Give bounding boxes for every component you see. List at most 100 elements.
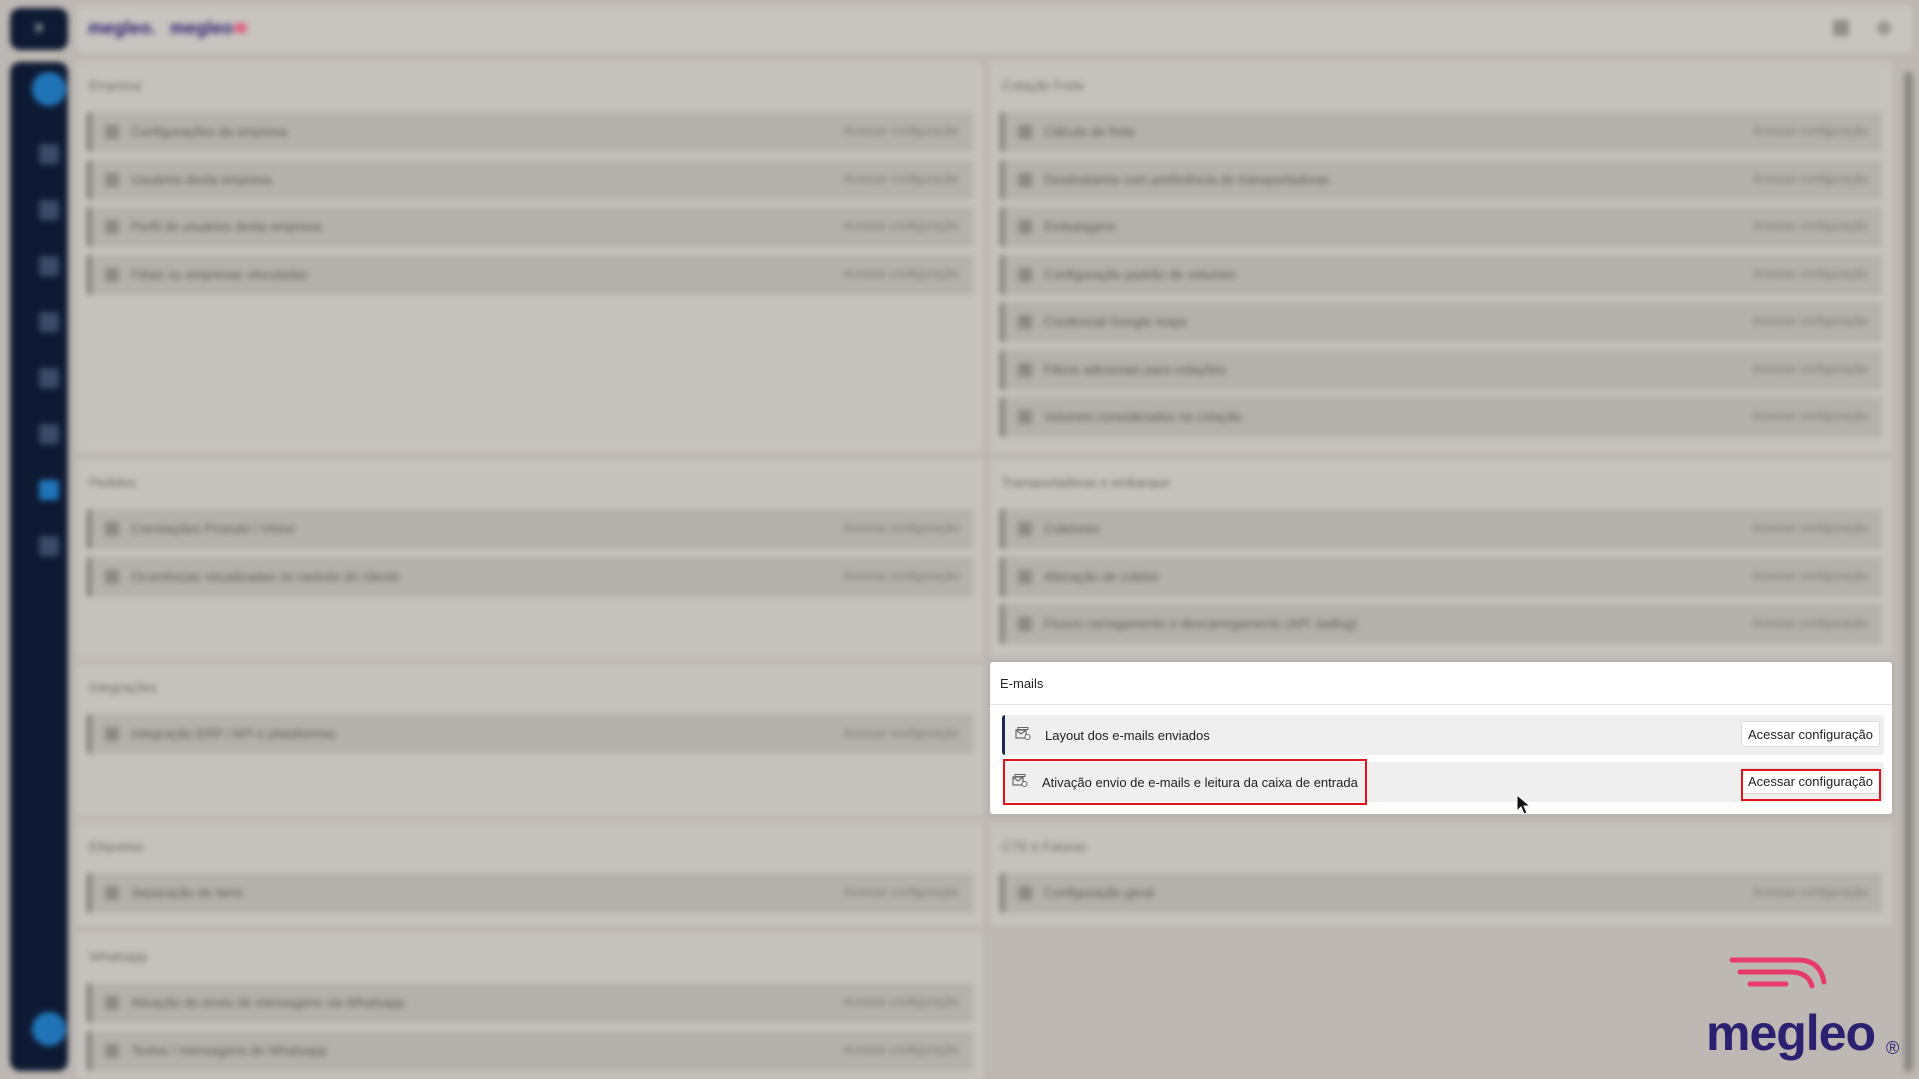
panel-cte-faturas: CTE e Faturas Configuração geral Acessar … <box>990 823 1892 926</box>
panel-title: Empresa <box>89 78 142 93</box>
box-icon[interactable] <box>39 200 59 220</box>
search-icon <box>1018 410 1032 424</box>
list-item[interactable]: Volumes considerados na cotação Acessar c… <box>1000 397 1882 437</box>
access-button[interactable]: Acessar configuração <box>1753 124 1868 138</box>
email-layout-access-button[interactable]: Acessar configuração <box>1740 721 1880 747</box>
scrollbar[interactable] <box>1904 72 1913 1072</box>
access-button[interactable]: Acessar configuração <box>844 726 959 740</box>
plug-icon <box>105 727 119 741</box>
settings-icon[interactable] <box>39 480 59 500</box>
row-label: Integração ERP / API e plataformas <box>131 726 336 741</box>
avatar[interactable] <box>32 72 66 106</box>
panel-empresa: Empresa Configurações da empresa Acessar … <box>77 62 983 452</box>
calculator-icon <box>1018 125 1032 139</box>
panel-title: Etiquetas <box>89 839 144 854</box>
help-icon[interactable] <box>39 536 59 556</box>
list-item[interactable]: Filiais ou empresas vinculadas Acessar co… <box>87 255 973 295</box>
eye-icon <box>105 570 119 584</box>
list-item[interactable]: Alteração de coletor Acessar configuração <box>1000 557 1882 597</box>
list-item[interactable]: Configurações da empresa Acessar configur… <box>87 112 973 152</box>
row-label: Filiais ou empresas vinculadas <box>131 267 309 282</box>
collector-icon <box>1018 522 1032 536</box>
package-icon <box>1018 220 1032 234</box>
panel-etiquetas: Etiquetas Separação de itens Acessar conf… <box>77 823 983 926</box>
access-button[interactable]: Acessar configuração <box>1753 172 1868 186</box>
list-item[interactable]: Fluxos carregamento e descarregamento (A… <box>1000 604 1882 644</box>
dashboard-icon[interactable] <box>39 144 59 164</box>
list-item[interactable]: Configuração geral Acessar configuração <box>1000 873 1882 913</box>
list-item[interactable]: Correlações Pronutri / Vtrine Acessar con… <box>87 509 973 549</box>
users-icon <box>105 173 119 187</box>
row-label: Perfil de usuários desta empresa <box>131 219 322 234</box>
panel-integracoes: Integrações Integração ERP / API e plata… <box>77 664 983 816</box>
tools-icon[interactable] <box>39 312 59 332</box>
truck-icon <box>1018 173 1032 187</box>
access-button[interactable]: Acessar configuração <box>1753 885 1868 899</box>
sidebar <box>10 62 68 1071</box>
access-button[interactable]: Acessar configuração <box>844 1043 959 1057</box>
panel-title: Pedidos <box>89 475 136 490</box>
row-label: Configurações da empresa <box>131 124 288 139</box>
access-button[interactable]: Acessar configuração <box>1753 219 1868 233</box>
list-item[interactable]: Credencial Google maps Acessar configuraç… <box>1000 302 1882 342</box>
user-icon[interactable] <box>1877 21 1891 35</box>
chart-icon[interactable] <box>39 368 59 388</box>
map-icon <box>1018 315 1032 329</box>
top-logo-secondary: megleo≋ <box>170 18 249 38</box>
highlight-box-label <box>1003 759 1367 805</box>
list-item[interactable]: Destinatários com preferência de transpo… <box>1000 160 1882 200</box>
list-item[interactable]: Perfil de usuários desta empresa Acessar … <box>87 207 973 247</box>
list-item[interactable]: Usuários desta empresa Acessar configuraç… <box>87 160 973 200</box>
access-button[interactable]: Acessar configuração <box>1753 616 1868 630</box>
access-button[interactable]: Acessar configuração <box>844 267 959 281</box>
truck-icon[interactable] <box>39 256 59 276</box>
list-item[interactable]: Cálculo de frete Acessar configuração <box>1000 112 1882 152</box>
row-label: Filtros adicionais para cotações <box>1044 362 1227 377</box>
row-label: Volumes considerados na cotação <box>1044 409 1243 424</box>
access-button[interactable]: Acessar configuração <box>1753 569 1868 583</box>
flow-icon <box>1018 617 1032 631</box>
access-button[interactable]: Acessar configuração <box>844 219 959 233</box>
grid-icon[interactable] <box>1833 20 1849 36</box>
panel-title: CTE e Faturas <box>1002 839 1087 854</box>
list-item[interactable]: Filtros adicionais para cotações Acessar … <box>1000 350 1882 390</box>
highlight-box-action <box>1741 769 1881 801</box>
building-icon <box>105 125 119 139</box>
row-label: Configuração padrão de volumes <box>1044 267 1236 282</box>
list-item[interactable]: Embalagens Acessar configuração <box>1000 207 1882 247</box>
branch-icon <box>105 268 119 282</box>
access-button[interactable]: Acessar configuração <box>1753 314 1868 328</box>
access-button[interactable]: Acessar configuração <box>1753 362 1868 376</box>
panel-pedidos: Pedidos Correlações Pronutri / Vtrine Ace… <box>77 459 983 657</box>
access-button[interactable]: Acessar configuração <box>844 569 959 583</box>
link-icon[interactable] <box>39 424 59 444</box>
list-item[interactable]: Integração ERP / API e plataformas Acessa… <box>87 714 973 754</box>
divider <box>990 704 1892 705</box>
list-item[interactable]: Ativação do envio de mensagens via Whats… <box>87 983 973 1023</box>
background-app: ≡ megleo. megleo≋ Empresa Configurações … <box>0 0 1919 1079</box>
row-label: Textos / mensagens do Whatsapp <box>131 1043 327 1058</box>
user-avatar[interactable] <box>32 1012 66 1046</box>
access-button[interactable]: Acessar configuração <box>844 521 959 535</box>
top-logo: megleo. <box>88 18 157 38</box>
list-item[interactable]: Configuração padrão de volumes Acessar co… <box>1000 255 1882 295</box>
list-item[interactable]: Ocorrências visualizadas no rastreio do … <box>87 557 973 597</box>
menu-toggle-button[interactable]: ≡ <box>10 8 68 50</box>
registered-mark: ® <box>1886 1038 1900 1058</box>
row-label: Destinatários com preferência de transpo… <box>1044 172 1330 187</box>
access-button[interactable]: Acessar configuração <box>1753 409 1868 423</box>
access-button[interactable]: Acessar configuração <box>1753 267 1868 281</box>
volume-icon <box>1018 268 1032 282</box>
access-button[interactable]: Acessar configuração <box>844 995 959 1009</box>
access-button[interactable]: Acessar configuração <box>844 885 959 899</box>
access-button[interactable]: Acessar configuração <box>1753 521 1868 535</box>
panel-title: Cotação Frete <box>1002 78 1085 93</box>
row-label: Alteração de coletor <box>1044 569 1160 584</box>
list-item[interactable]: Separação de itens Acessar configuração <box>87 873 973 913</box>
access-button[interactable]: Acessar configuração <box>844 124 959 138</box>
access-button[interactable]: Acessar configuração <box>844 172 959 186</box>
list-item[interactable]: Coletores Acessar configuração <box>1000 509 1882 549</box>
panel-title: Transportadoras e embarque <box>1002 475 1170 490</box>
email-layout-row[interactable]: Layout dos e-mails enviados Acessar conf… <box>1002 715 1884 755</box>
list-item[interactable]: Textos / mensagens do Whatsapp Acessar co… <box>87 1031 973 1071</box>
